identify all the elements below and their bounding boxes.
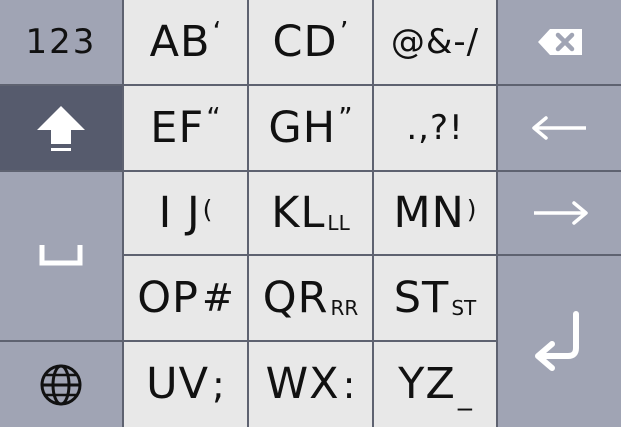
key-main-label: .,?!: [406, 108, 464, 148]
key-main-label: WX: [265, 359, 340, 409]
key-wx[interactable]: WX:: [249, 342, 372, 427]
key-main-label: UV: [146, 359, 210, 409]
key-secondary-label: #: [201, 276, 234, 320]
key-secondary-label: (: [202, 194, 213, 224]
key-main-label: MN: [393, 187, 465, 238]
key-st[interactable]: ST ST: [374, 256, 496, 340]
key-qr[interactable]: QR RR: [249, 256, 372, 340]
key-uv[interactable]: UV;: [124, 342, 247, 427]
key-secondary-label: ‘: [212, 15, 222, 48]
key-secondary-label: :: [342, 362, 356, 407]
key-main-label: YZ: [398, 359, 456, 409]
key-secondary-label: ;: [212, 362, 225, 407]
arrow-left-icon: [530, 116, 590, 140]
delete-key[interactable]: [498, 0, 621, 84]
globe-icon: [37, 361, 85, 409]
key-main-label: CD: [272, 16, 338, 67]
cursor-left-key[interactable]: [498, 86, 621, 170]
enter-key[interactable]: [498, 256, 621, 427]
numbers-key[interactable]: 123: [0, 0, 122, 84]
shift-icon: [33, 100, 89, 156]
key-main-label: EF: [150, 102, 205, 153]
key-gh[interactable]: GH”: [249, 86, 372, 170]
key-symbols[interactable]: @&-/: [374, 0, 496, 84]
arrow-right-icon: [530, 201, 590, 225]
key-main-label: KL: [271, 187, 326, 238]
key-secondary-label: RR: [330, 296, 359, 320]
key-secondary-label: ”: [338, 101, 353, 134]
key-op[interactable]: OP #: [124, 256, 247, 340]
space-icon: [36, 241, 86, 271]
key-yz[interactable]: YZ _: [374, 342, 496, 427]
language-key[interactable]: [0, 342, 122, 427]
keyboard: 123 AB ‘CD’ @&-/EF “GH”.,?! I J (KL LL …: [0, 0, 621, 427]
key-kl[interactable]: KL LL: [249, 172, 372, 254]
key-cd[interactable]: CD’: [249, 0, 372, 84]
key-symbols[interactable]: .,?!: [374, 86, 496, 170]
key-main-label: OP: [137, 272, 199, 323]
key-secondary-label: _: [457, 377, 472, 411]
numbers-key-label: 123: [25, 22, 97, 62]
key-secondary-label: ’: [339, 15, 349, 48]
key-secondary-label: LL: [327, 211, 350, 235]
key-ab[interactable]: AB ‘: [124, 0, 247, 84]
cursor-right-key[interactable]: [498, 172, 621, 254]
key-secondary-label: “: [206, 101, 221, 134]
key-secondary-label: ST: [451, 296, 477, 320]
key-main-label: GH: [268, 102, 337, 153]
key-mn[interactable]: MN): [374, 172, 496, 254]
space-key[interactable]: [0, 172, 122, 340]
key-main-label: AB: [149, 16, 211, 67]
enter-icon: [530, 310, 590, 374]
key-main-label: @&-/: [390, 22, 480, 62]
shift-key[interactable]: [0, 86, 122, 170]
key-ef[interactable]: EF “: [124, 86, 247, 170]
key-secondary-label: ): [466, 194, 477, 224]
key-main-label: QR: [262, 272, 329, 323]
key-main-label: ST: [393, 272, 450, 323]
backspace-icon: [536, 27, 584, 57]
key-main-label: I J: [158, 187, 201, 238]
key-i-j[interactable]: I J(: [124, 172, 247, 254]
